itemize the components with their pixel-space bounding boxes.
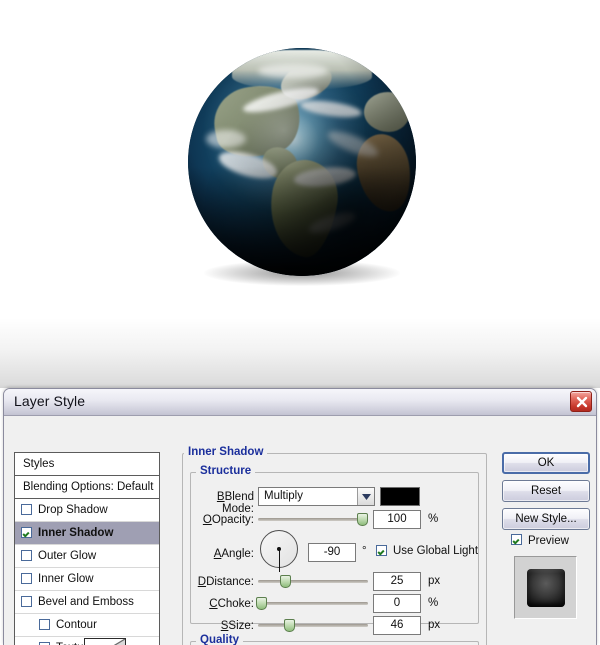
size-input[interactable]: 46 xyxy=(373,616,421,635)
blend-mode-label: BBlend Mode: xyxy=(216,491,254,515)
shadow-color-swatch[interactable] xyxy=(380,487,420,506)
choke-label: CChoke: xyxy=(209,598,254,610)
preview-shape xyxy=(527,569,565,607)
styles-list[interactable]: Styles Blending Options: Default Drop Sh… xyxy=(14,452,160,645)
sidebar-item-label: Outer Glow xyxy=(38,550,97,562)
choke-slider-thumb[interactable] xyxy=(256,597,267,610)
angle-unit: ° xyxy=(362,545,367,557)
opacity-input[interactable]: 100 xyxy=(373,510,421,529)
angle-dial[interactable] xyxy=(260,530,298,572)
angle-input[interactable]: -90 xyxy=(308,543,356,562)
angle-label: AAngle: xyxy=(213,548,254,560)
distance-label-text: Distance: xyxy=(206,576,254,588)
size-unit: px xyxy=(428,619,441,631)
blend-mode-value: Multiply xyxy=(264,490,303,502)
dialog-titlebar[interactable]: Layer Style xyxy=(4,389,596,416)
size-slider-track xyxy=(258,624,368,627)
sidebar-item-contour[interactable]: Contour xyxy=(15,614,159,637)
distance-unit: px xyxy=(428,575,441,587)
globe-inner-shadow xyxy=(188,48,416,276)
ok-button[interactable]: OK xyxy=(502,452,590,474)
group-title-quality: Quality xyxy=(196,634,243,645)
blend-mode-select[interactable]: Multiply xyxy=(258,487,375,506)
distance-slider[interactable] xyxy=(258,572,368,591)
preview-thumbnail xyxy=(514,556,577,619)
choke-unit: % xyxy=(428,597,439,609)
opacity-label-text: Opacity: xyxy=(211,514,254,526)
inner-shadow-settings: Inner Shadow Structure BBlend Mode: Mult… xyxy=(182,446,487,645)
checkbox-drop-shadow[interactable] xyxy=(21,504,32,515)
styles-header-label: Styles xyxy=(23,458,55,470)
choke-slider-track xyxy=(258,602,368,605)
sidebar-item-inner-shadow[interactable]: Inner Shadow xyxy=(15,522,159,545)
opacity-label: OOpacity: xyxy=(202,514,254,526)
contour-thumbnail[interactable] xyxy=(84,638,126,645)
angle-needle xyxy=(278,549,280,572)
distance-label: DDistance: xyxy=(197,576,254,588)
use-global-light-label: Use Global Light xyxy=(393,545,479,557)
sidebar-item-label: Contour xyxy=(56,619,97,631)
checkbox-inner-shadow[interactable] xyxy=(21,527,32,538)
styles-list-header[interactable]: Styles xyxy=(15,453,159,476)
distance-slider-track xyxy=(258,580,368,583)
choke-label-text: Choke: xyxy=(217,598,254,610)
preview-checkbox[interactable]: Preview xyxy=(511,534,569,547)
new-style-button[interactable]: New Style... xyxy=(502,508,590,530)
sidebar-item-outer-glow[interactable]: Outer Glow xyxy=(15,545,159,568)
sidebar-item-blending-options[interactable]: Blending Options: Default xyxy=(15,476,159,499)
distance-slider-thumb[interactable] xyxy=(280,575,291,588)
checkbox-outer-glow[interactable] xyxy=(21,550,32,561)
sidebar-item-drop-shadow[interactable]: Drop Shadow xyxy=(15,499,159,522)
earth-globe-artwork xyxy=(188,48,416,320)
angle-label-text: Angle: xyxy=(221,548,254,560)
size-slider[interactable] xyxy=(258,616,368,635)
sidebar-item-label: Inner Shadow xyxy=(38,527,114,539)
blending-options-label: Blending Options: Default xyxy=(23,481,154,493)
opacity-slider-track xyxy=(258,518,368,521)
sidebar-item-label: Inner Glow xyxy=(38,573,94,585)
preview-label: Preview xyxy=(528,535,569,547)
blend-mode-label-text: Blend Mode: xyxy=(222,491,254,515)
angle-center-dot xyxy=(277,547,281,551)
chevron-down-icon[interactable] xyxy=(357,488,374,505)
sidebar-item-bevel-and-emboss[interactable]: Bevel and Emboss xyxy=(15,591,159,614)
dialog-buttons-column: OK Reset New Style... Preview xyxy=(498,452,594,645)
sidebar-item-label: Drop Shadow xyxy=(38,504,108,516)
size-slider-thumb[interactable] xyxy=(284,619,295,632)
distance-input[interactable]: 25 xyxy=(373,572,421,591)
globe-sphere xyxy=(188,48,416,276)
dialog-title: Layer Style xyxy=(14,393,86,409)
size-label: SSize: xyxy=(220,620,254,632)
sidebar-item-label: Bevel and Emboss xyxy=(38,596,134,608)
group-title-structure: Structure xyxy=(196,465,256,477)
checkbox-preview[interactable] xyxy=(511,534,522,545)
choke-slider[interactable] xyxy=(256,594,368,613)
screenshot-root: Layer Style Styles Blending Options: Def… xyxy=(0,0,600,645)
canvas-area xyxy=(0,0,600,388)
use-global-light-checkbox[interactable]: Use Global Light xyxy=(376,545,478,557)
sidebar-item-inner-glow[interactable]: Inner Glow xyxy=(15,568,159,591)
opacity-slider-thumb[interactable] xyxy=(357,513,368,526)
globe-drop-shadow xyxy=(204,260,400,286)
close-icon[interactable] xyxy=(570,391,592,412)
reset-button[interactable]: Reset xyxy=(502,480,590,502)
dialog-body: Styles Blending Options: Default Drop Sh… xyxy=(4,416,596,645)
opacity-slider[interactable] xyxy=(258,510,368,529)
checkbox-use-global-light[interactable] xyxy=(376,545,387,556)
checkbox-contour[interactable] xyxy=(39,619,50,630)
opacity-unit: % xyxy=(428,513,439,525)
group-title-inner-shadow: Inner Shadow xyxy=(184,446,268,458)
choke-input[interactable]: 0 xyxy=(373,594,421,613)
layer-style-dialog: Layer Style Styles Blending Options: Def… xyxy=(3,388,597,645)
size-label-text: Size: xyxy=(228,620,254,632)
checkbox-inner-glow[interactable] xyxy=(21,573,32,584)
checkbox-bevel-and-emboss[interactable] xyxy=(21,596,32,607)
